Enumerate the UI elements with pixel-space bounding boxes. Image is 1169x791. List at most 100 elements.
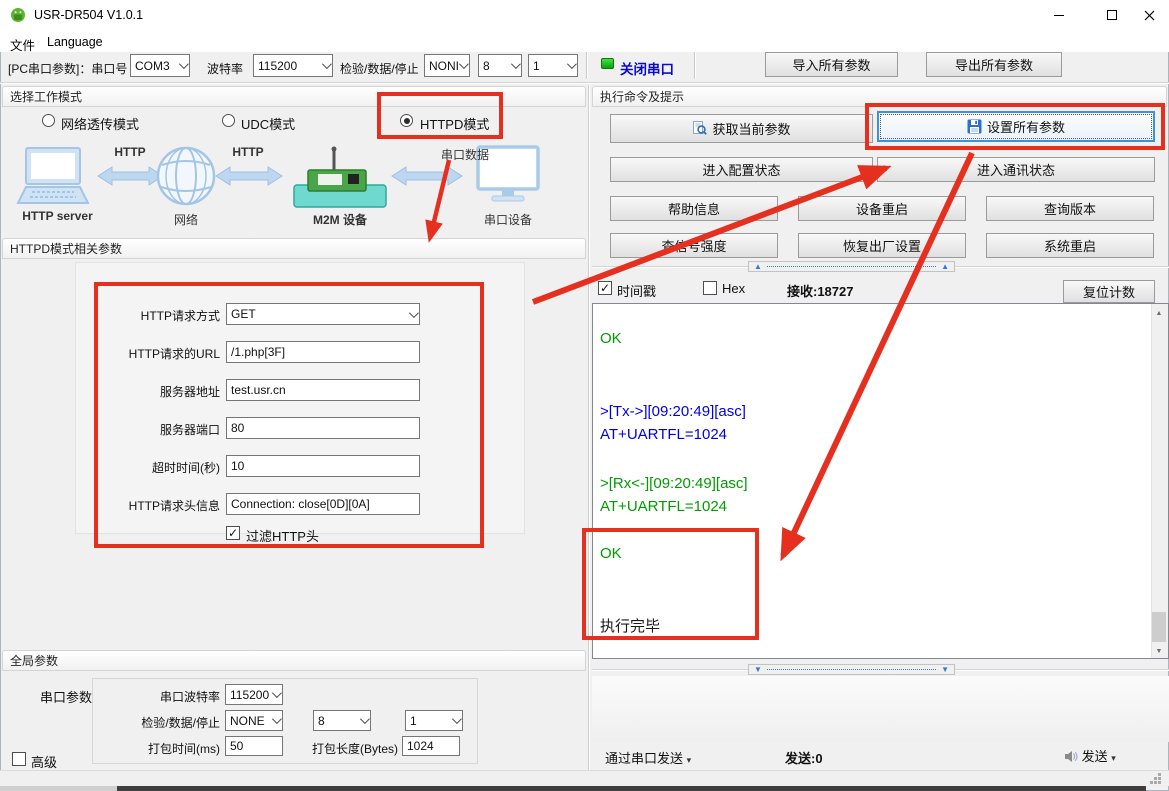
splitter-line bbox=[592, 266, 748, 268]
enter-config-button[interactable]: 进入配置状态 bbox=[610, 157, 873, 182]
minimize-button[interactable] bbox=[1036, 0, 1081, 30]
chevron-down-icon bbox=[459, 59, 469, 69]
annotation-box-set-params bbox=[865, 103, 1165, 150]
reset-counter-button[interactable]: 复位计数 bbox=[1063, 280, 1155, 303]
baud-select[interactable]: 115200 bbox=[253, 54, 333, 77]
maximize-button[interactable] bbox=[1089, 0, 1134, 30]
log-line: AT+UARTFL=1024 bbox=[600, 498, 727, 515]
minimize-icon bbox=[1054, 15, 1064, 16]
toolbar-separator bbox=[586, 52, 588, 79]
scroll-down-icon[interactable]: ▼ bbox=[1151, 644, 1167, 659]
dropdown-arrow-icon: ▾ bbox=[1111, 753, 1116, 763]
triangle-down-icon: ▼ bbox=[941, 666, 949, 674]
factory-reset-button[interactable]: 恢复出厂设置 bbox=[798, 233, 966, 258]
global-parity-label: 检验/数据/停止 bbox=[125, 714, 220, 731]
dropdown-arrow-icon: ▾ bbox=[687, 755, 692, 765]
resize-grip[interactable] bbox=[1158, 773, 1161, 776]
annotation-box-log-result bbox=[582, 528, 759, 640]
global-baud-select[interactable]: 115200 bbox=[225, 684, 283, 705]
chevron-down-icon bbox=[452, 714, 462, 724]
scrollbar-thumb[interactable] bbox=[1152, 612, 1166, 642]
device-restart-button[interactable]: 设备重启 bbox=[798, 196, 966, 221]
radio-udc-mode-label[interactable]: UDC模式 bbox=[241, 114, 295, 133]
sent-counter: 发送:0 bbox=[785, 748, 823, 767]
link-serial-label: 串口数据 bbox=[425, 146, 505, 163]
recv-counter: 接收:18727 bbox=[787, 281, 853, 300]
splitter-line bbox=[955, 669, 1169, 671]
node-m2m-label: M2M 设备 bbox=[300, 211, 380, 228]
help-info-button[interactable]: 帮助信息 bbox=[610, 196, 778, 221]
window-title: USR-DR504 V1.0.1 bbox=[34, 8, 143, 22]
link-http2-label: HTTP bbox=[218, 145, 278, 159]
pack-length-label: 打包长度(Bytes) bbox=[300, 740, 398, 757]
import-all-button[interactable]: 导入所有参数 bbox=[765, 52, 898, 77]
system-restart-button[interactable]: 系统重启 bbox=[986, 233, 1154, 258]
scroll-up-icon[interactable]: ▲ bbox=[1151, 306, 1167, 321]
radio-transparent-mode[interactable] bbox=[42, 114, 55, 127]
log-line: OK bbox=[600, 330, 622, 347]
parity-select[interactable]: NONI bbox=[424, 54, 470, 77]
close-button[interactable] bbox=[1130, 0, 1169, 30]
log-line: >[Tx->][09:20:49][asc] bbox=[600, 403, 746, 420]
advanced-label[interactable]: 高级 bbox=[31, 752, 57, 771]
log-line: AT+UARTFL=1024 bbox=[600, 426, 727, 443]
parity-label: 检验/数据/停止 bbox=[340, 60, 419, 77]
timestamp-checkbox[interactable]: ✓ bbox=[598, 281, 612, 295]
bottom-edge-dark bbox=[117, 786, 1146, 791]
chevron-down-icon bbox=[322, 59, 332, 69]
radio-udc-mode[interactable] bbox=[222, 114, 235, 127]
chevron-down-icon bbox=[272, 688, 282, 698]
serial-params-label: 串口参数 bbox=[40, 687, 92, 706]
export-all-button[interactable]: 导出所有参数 bbox=[926, 52, 1062, 77]
panel-divider bbox=[588, 85, 590, 771]
timestamp-label[interactable]: 时间戳 bbox=[617, 281, 656, 300]
close-port-button[interactable]: 关闭串口 bbox=[620, 58, 674, 78]
hex-checkbox[interactable] bbox=[703, 281, 717, 295]
log-scrollbar[interactable] bbox=[1151, 304, 1168, 658]
send-input-area[interactable] bbox=[592, 676, 1169, 742]
pack-time-field[interactable] bbox=[225, 736, 283, 756]
advanced-checkbox[interactable] bbox=[12, 752, 26, 766]
signal-strength-button[interactable]: 查信号强度 bbox=[610, 233, 778, 258]
pack-time-label: 打包时间(ms) bbox=[125, 740, 220, 757]
query-version-button[interactable]: 查询版本 bbox=[986, 196, 1154, 221]
global-params-header: 全局参数 bbox=[2, 650, 586, 671]
menu-file[interactable]: 文件 bbox=[5, 33, 40, 51]
hex-label[interactable]: Hex bbox=[722, 281, 745, 296]
enter-comm-button[interactable]: 进入通讯状态 bbox=[877, 157, 1155, 182]
baud-label: 波特率 bbox=[207, 60, 243, 77]
global-parity-select[interactable]: NONE bbox=[225, 710, 283, 731]
global-stopbits-select[interactable]: 1 bbox=[405, 710, 463, 731]
pack-length-field[interactable] bbox=[402, 736, 460, 756]
log-splitter-handle[interactable]: ▲ ▲ bbox=[748, 261, 955, 272]
node-network-label: 网络 bbox=[156, 211, 216, 228]
menu-language[interactable]: Language bbox=[42, 33, 108, 51]
send-button[interactable]: 发送 ▾ bbox=[1064, 746, 1116, 765]
stopbits-select[interactable]: 1 bbox=[528, 54, 578, 77]
close-icon bbox=[1144, 10, 1155, 21]
send-splitter-handle[interactable]: ▼ ▼ bbox=[748, 664, 955, 675]
splitter-line bbox=[955, 266, 1169, 268]
pc-serial-label: [PC串口参数]：串口号 bbox=[8, 60, 127, 77]
triangle-up-icon: ▲ bbox=[754, 263, 762, 271]
send-via-serial-dropdown[interactable]: 通过串口发送 ▾ bbox=[605, 748, 691, 767]
toolbar-divider bbox=[0, 82, 1169, 84]
chevron-down-icon bbox=[272, 714, 282, 724]
global-databits-select[interactable]: 8 bbox=[313, 710, 371, 731]
triangle-up-icon: ▲ bbox=[941, 263, 949, 271]
maximize-icon bbox=[1107, 10, 1117, 20]
databits-select[interactable]: 8 bbox=[478, 54, 522, 77]
title-bar: USR-DR504 V1.0.1 bbox=[0, 0, 1169, 30]
splitter-line bbox=[592, 669, 748, 671]
chevron-down-icon bbox=[567, 59, 577, 69]
global-baud-label: 串口波特率 bbox=[125, 688, 220, 705]
speaker-icon bbox=[1064, 750, 1078, 763]
get-params-button[interactable]: 获取当前参数 bbox=[610, 114, 873, 143]
com-port-select[interactable]: COM3 bbox=[130, 54, 190, 77]
app-window: USR-DR504 V1.0.1 文件 Language [PC串口参数]：串口… bbox=[0, 0, 1169, 791]
radio-transparent-mode-label[interactable]: 网络透传模式 bbox=[61, 114, 139, 133]
status-bar bbox=[0, 770, 1169, 786]
annotation-box-httpd-mode bbox=[377, 92, 503, 139]
app-logo-icon bbox=[10, 7, 26, 23]
bottom-edge bbox=[0, 786, 117, 791]
